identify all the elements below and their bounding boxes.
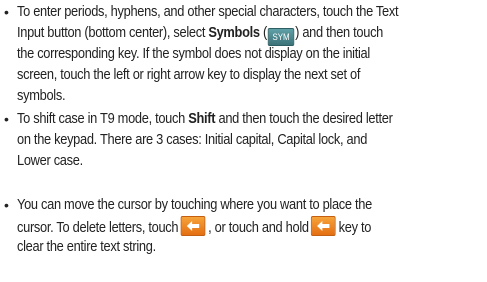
bullet-marker: • (4, 4, 9, 20)
text-line: on the keypad. There are 3 cases: Initia… (17, 130, 367, 151)
text-run: and then touch the desired letter (215, 111, 393, 127)
text-line: symbols. (17, 86, 66, 107)
text-run: cursor. To delete letters, touch (17, 220, 179, 236)
bullet-marker: • (4, 197, 9, 213)
text-line: the corresponding key. If the symbol doe… (17, 44, 370, 65)
shift-label: Shift (188, 111, 216, 127)
text-run: key to (338, 220, 372, 236)
symbols-label: Symbols (208, 25, 260, 41)
text-line: To shift case in T9 mode, touch Shift an… (17, 109, 393, 130)
text-line: You can move the cursor by touching wher… (17, 195, 372, 216)
manual-page: • To enter periods, hyphens, and other s… (0, 0, 487, 282)
text-run: ) and then touch (295, 25, 384, 41)
text-run: the corresponding key. If the symbol doe… (17, 46, 370, 62)
text-run: To enter periods, hyphens, and other spe… (17, 4, 399, 20)
text-run: , or touch and hold (208, 220, 309, 236)
text-run: on the keypad. There are 3 cases: Initia… (17, 132, 368, 148)
text-run: To shift case in T9 mode, touch (17, 111, 189, 127)
text-line: To enter periods, hyphens, and other spe… (17, 2, 399, 23)
text-run: screen, touch the left or right arrow ke… (17, 67, 361, 83)
text-line: cursor. To delete letters, touch , or tou… (17, 216, 371, 237)
text-run: Input button (bottom center), select (17, 25, 209, 41)
text-run: ( (259, 25, 267, 41)
backspace-icon (180, 216, 206, 236)
text-line: Input button (bottom center), select Sym… (17, 23, 384, 46)
bullet-marker: • (4, 111, 9, 127)
text-line: clear the entire text string. (17, 237, 156, 258)
text-line: screen, touch the left or right arrow ke… (17, 65, 360, 86)
text-run: symbols. (17, 88, 66, 104)
text-run: You can move the cursor by touching wher… (17, 197, 372, 213)
text-run: Lower case. (17, 153, 83, 169)
backspace-icon (311, 216, 336, 236)
text-run: clear the entire text string. (17, 239, 156, 255)
text-line: Lower case. (17, 151, 83, 172)
